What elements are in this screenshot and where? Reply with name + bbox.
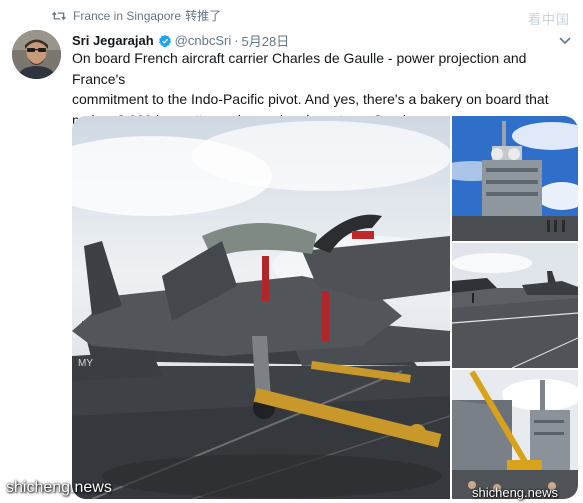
media-photo-crane[interactable] [452,370,578,499]
author-handle[interactable]: @cnbcSri [175,33,232,48]
media-photo-jet[interactable]: MY [72,116,450,499]
media-grid: MY [72,116,578,499]
avatar[interactable] [12,30,61,79]
watermark-bottom-right: shicheng.news [472,485,558,500]
tweet-card[interactable]: France in Singapore 转推了 看中国 Sri Jegaraja… [0,0,583,503]
author-name[interactable]: Sri Jegarajah [72,33,154,48]
verified-badge-icon [158,34,171,47]
media-photo-carrier-island[interactable] [452,116,578,241]
media-photo-deck-jets[interactable] [452,243,578,368]
retweeter-name[interactable]: France in Singapore [73,9,181,23]
retweet-icon [52,11,66,20]
watermark-bottom-left: shicheng.news [6,479,112,496]
separator-dot: · [234,33,239,48]
tweet-text-line: commitment to the Indo-Pacific pivot. An… [72,91,549,107]
watermark-top: 看中国 [527,12,570,27]
svg-text:MY: MY [78,358,93,369]
retweet-context[interactable]: France in Singapore 转推了 [52,7,221,24]
retweet-action: 转推了 [185,9,222,23]
tweet-text-line: On board French aircraft carrier Charles… [72,50,527,87]
chevron-down-icon[interactable] [557,32,573,48]
